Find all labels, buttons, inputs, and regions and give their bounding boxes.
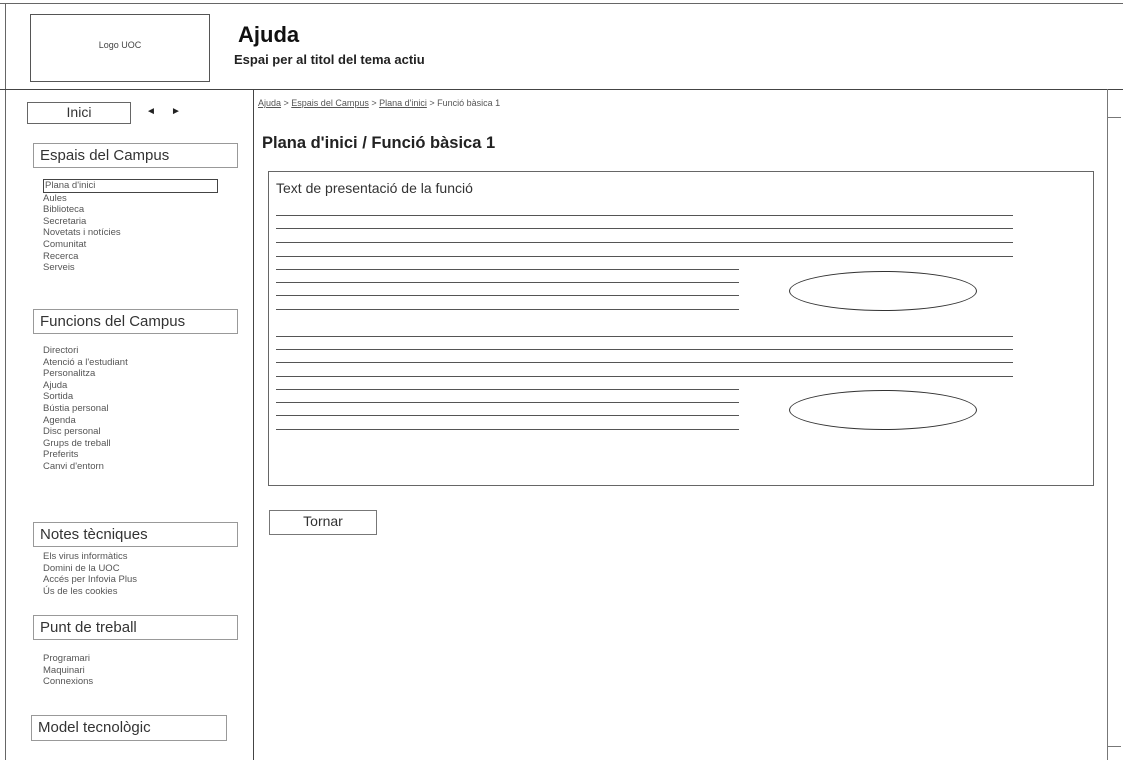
nav-item-grups[interactable]: Grups de treball [43, 438, 128, 450]
text-placeholder-line [276, 429, 739, 430]
forward-arrow-icon[interactable]: ► [171, 106, 181, 118]
nav-list-punt-treball: Programari Maquinari Connexions [43, 653, 93, 688]
text-placeholder-line [276, 362, 1013, 363]
scroll-edge-tick-bottom [1107, 746, 1121, 747]
breadcrumb: Ajuda > Espais del Campus > Plana d'inic… [258, 98, 500, 108]
nav-item-personalitza[interactable]: Personalitza [43, 368, 128, 380]
nav-item-serveis[interactable]: Serveis [43, 262, 218, 274]
nav-item-recerca[interactable]: Recerca [43, 251, 218, 263]
section-funcions-campus[interactable]: Funcions del Campus [33, 309, 238, 334]
nav-item-directori[interactable]: Directori [43, 345, 128, 357]
nav-list-notes: Els virus informàtics Domini de la UOC A… [43, 551, 137, 597]
nav-item-comunitat[interactable]: Comunitat [43, 239, 218, 251]
nav-item-preferits[interactable]: Preferits [43, 449, 128, 461]
nav-item-cookies[interactable]: Ús de les cookies [43, 586, 137, 598]
text-placeholder-line [276, 402, 739, 403]
breadcrumb-link-espais[interactable]: Espais del Campus [291, 98, 369, 108]
nav-item-disc[interactable]: Disc personal [43, 426, 128, 438]
text-placeholder-line [276, 282, 739, 283]
text-placeholder-line [276, 256, 1013, 257]
back-button[interactable]: Tornar [269, 510, 377, 535]
nav-item-sortida[interactable]: Sortida [43, 391, 128, 403]
logo[interactable]: Logo UOC [30, 14, 210, 82]
nav-item-agenda[interactable]: Agenda [43, 415, 128, 427]
breadcrumb-separator: > [426, 98, 438, 108]
nav-item-ajuda[interactable]: Ajuda [43, 380, 128, 392]
text-placeholder-line [276, 309, 739, 310]
content-intro: Text de presentació de la funció [276, 180, 473, 196]
image-placeholder-ellipse [789, 271, 977, 311]
logo-text: Logo UOC [98, 40, 142, 50]
breadcrumb-separator: > [368, 98, 380, 108]
breadcrumb-link-ajuda[interactable]: Ajuda [258, 98, 281, 108]
section-notes-tecniques[interactable]: Notes tècniques [33, 522, 238, 547]
section-espais-campus[interactable]: Espais del Campus [33, 143, 238, 168]
nav-item-virus[interactable]: Els virus informàtics [43, 551, 137, 563]
text-placeholder-line [276, 295, 739, 296]
sidebar-divider [253, 89, 254, 760]
content-panel [268, 171, 1094, 486]
nav-list-funcions: Directori Atenció a l'estudiant Personal… [43, 345, 128, 473]
nav-item-programari[interactable]: Programari [43, 653, 93, 665]
nav-list-espais: Plana d'inici Aules Biblioteca Secretari… [43, 179, 218, 274]
breadcrumb-link-plana-inici[interactable]: Plana d'inici [379, 98, 427, 108]
nav-item-plana-inici[interactable]: Plana d'inici [43, 179, 218, 193]
nav-item-novetats[interactable]: Novetats i notícies [43, 227, 218, 239]
text-placeholder-line [276, 389, 739, 390]
text-placeholder-line [276, 242, 1013, 243]
nav-item-connexions[interactable]: Connexions [43, 676, 93, 688]
nav-item-domini[interactable]: Domini de la UOC [43, 563, 137, 575]
top-border [0, 3, 1123, 4]
right-scroll-edge [1107, 89, 1108, 760]
left-border [5, 3, 6, 760]
text-placeholder-line [276, 349, 1013, 350]
back-arrow-icon[interactable]: ◄ [146, 106, 156, 118]
nav-item-biblioteca[interactable]: Biblioteca [43, 204, 218, 216]
scroll-edge-tick-top [1107, 117, 1121, 118]
section-punt-treball[interactable]: Punt de treball [33, 615, 238, 640]
text-placeholder-line [276, 336, 1013, 337]
nav-item-acces-infovia[interactable]: Accés per Infovia Plus [43, 574, 137, 586]
nav-item-maquinari[interactable]: Maquinari [43, 665, 93, 677]
page-title: Plana d'inici / Funció bàsica 1 [262, 134, 496, 152]
nav-item-secretaria[interactable]: Secretaria [43, 216, 218, 228]
text-placeholder-line [276, 215, 1013, 216]
nav-item-bustia[interactable]: Bústia personal [43, 403, 128, 415]
image-placeholder-ellipse [789, 390, 977, 430]
nav-item-aules[interactable]: Aules [43, 193, 218, 205]
header-divider [0, 89, 1123, 90]
app-subtitle: Espai per al titol del tema actiu [234, 52, 425, 67]
app-title: Ajuda [238, 22, 300, 47]
text-placeholder-line [276, 415, 739, 416]
text-placeholder-line [276, 269, 739, 270]
section-model-tecnologic[interactable]: Model tecnològic [31, 715, 227, 741]
text-placeholder-line [276, 376, 1013, 377]
text-placeholder-line [276, 228, 1013, 229]
breadcrumb-separator: > [281, 98, 292, 108]
breadcrumb-current: Funció bàsica 1 [437, 98, 501, 108]
nav-item-canvi-entorn[interactable]: Canvi d'entorn [43, 461, 128, 473]
home-button[interactable]: Inici [27, 102, 131, 124]
nav-item-atencio[interactable]: Atenció a l'estudiant [43, 357, 128, 369]
